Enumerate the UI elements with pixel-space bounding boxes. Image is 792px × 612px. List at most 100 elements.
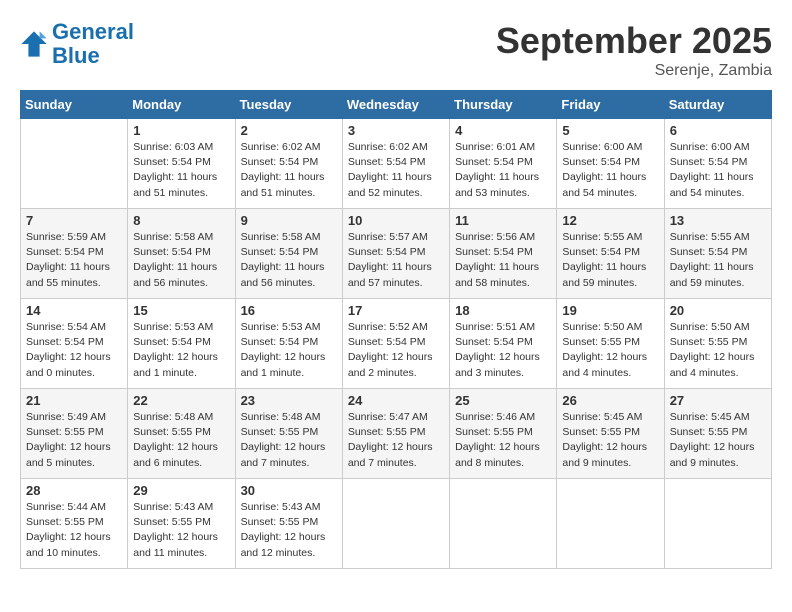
day-number: 13 xyxy=(670,213,766,228)
day-cell: 17 Sunrise: 5:52 AMSunset: 5:54 PMDayligh… xyxy=(342,299,449,389)
logo-general: General xyxy=(52,19,134,44)
logo: General Blue xyxy=(20,20,134,68)
location: Serenje, Zambia xyxy=(496,62,772,80)
header-saturday: Saturday xyxy=(664,91,771,119)
day-info: Sunrise: 6:03 AMSunset: 5:54 PMDaylight:… xyxy=(133,140,229,201)
day-info: Sunrise: 6:00 AMSunset: 5:54 PMDaylight:… xyxy=(670,140,766,201)
day-info: Sunrise: 5:45 AMSunset: 5:55 PMDaylight:… xyxy=(562,410,658,471)
day-cell: 14 Sunrise: 5:54 AMSunset: 5:54 PMDayligh… xyxy=(21,299,128,389)
day-cell: 5Sunrise: 6:00 AMSunset: 5:54 PMDaylight… xyxy=(557,119,664,209)
day-info: Sunrise: 5:51 AMSunset: 5:54 PMDaylight:… xyxy=(455,320,551,381)
header-wednesday: Wednesday xyxy=(342,91,449,119)
day-info: Sunrise: 5:48 AMSunset: 5:55 PMDaylight:… xyxy=(241,410,337,471)
week-row-5: 28 Sunrise: 5:44 AMSunset: 5:55 PMDayligh… xyxy=(21,479,772,569)
day-cell: 26 Sunrise: 5:45 AMSunset: 5:55 PMDayligh… xyxy=(557,389,664,479)
day-info: Sunrise: 5:56 AMSunset: 5:54 PMDaylight:… xyxy=(455,230,551,291)
day-info: Sunrise: 6:02 AMSunset: 5:54 PMDaylight:… xyxy=(241,140,337,201)
day-number: 7 xyxy=(26,213,122,228)
day-cell: 7 Sunrise: 5:59 AMSunset: 5:54 PMDaylight… xyxy=(21,209,128,299)
day-number: 8 xyxy=(133,213,229,228)
day-cell: 23Sunrise: 5:48 AMSunset: 5:55 PMDayligh… xyxy=(235,389,342,479)
day-number: 25 xyxy=(455,393,551,408)
day-cell xyxy=(664,479,771,569)
day-number: 29 xyxy=(133,483,229,498)
day-number: 20 xyxy=(670,303,766,318)
day-number: 19 xyxy=(562,303,658,318)
day-info: Sunrise: 5:57 AMSunset: 5:54 PMDaylight:… xyxy=(348,230,444,291)
day-cell: 24 Sunrise: 5:47 AMSunset: 5:55 PMDayligh… xyxy=(342,389,449,479)
page-header: General Blue September 2025 Serenje, Zam… xyxy=(20,20,772,80)
header-sunday: Sunday xyxy=(21,91,128,119)
day-number: 26 xyxy=(562,393,658,408)
day-cell: 27Sunrise: 5:45 AMSunset: 5:55 PMDayligh… xyxy=(664,389,771,479)
day-number: 30 xyxy=(241,483,337,498)
header-tuesday: Tuesday xyxy=(235,91,342,119)
week-row-3: 14 Sunrise: 5:54 AMSunset: 5:54 PMDayligh… xyxy=(21,299,772,389)
header-friday: Friday xyxy=(557,91,664,119)
day-info: Sunrise: 5:44 AMSunset: 5:55 PMDaylight:… xyxy=(26,500,122,561)
day-number: 12 xyxy=(562,213,658,228)
day-info: Sunrise: 5:50 AMSunset: 5:55 PMDaylight:… xyxy=(670,320,766,381)
day-info: Sunrise: 5:54 AMSunset: 5:54 PMDaylight:… xyxy=(26,320,122,381)
day-cell: 3Sunrise: 6:02 AMSunset: 5:54 PMDaylight… xyxy=(342,119,449,209)
day-number: 28 xyxy=(26,483,122,498)
day-number: 3 xyxy=(348,123,444,138)
day-info: Sunrise: 5:50 AMSunset: 5:55 PMDaylight:… xyxy=(562,320,658,381)
day-info: Sunrise: 5:58 AMSunset: 5:54 PMDaylight:… xyxy=(241,230,337,291)
day-cell: 22 Sunrise: 5:48 AMSunset: 5:55 PMDayligh… xyxy=(128,389,235,479)
day-cell: 10Sunrise: 5:57 AMSunset: 5:54 PMDayligh… xyxy=(342,209,449,299)
day-cell: 8 Sunrise: 5:58 AMSunset: 5:54 PMDaylight… xyxy=(128,209,235,299)
day-number: 1 xyxy=(133,123,229,138)
day-cell xyxy=(342,479,449,569)
day-cell: 11Sunrise: 5:56 AMSunset: 5:54 PMDayligh… xyxy=(450,209,557,299)
day-cell: 29Sunrise: 5:43 AMSunset: 5:55 PMDayligh… xyxy=(128,479,235,569)
day-number: 24 xyxy=(348,393,444,408)
day-number: 9 xyxy=(241,213,337,228)
day-number: 14 xyxy=(26,303,122,318)
day-info: Sunrise: 5:55 AMSunset: 5:54 PMDaylight:… xyxy=(670,230,766,291)
week-row-4: 21Sunrise: 5:49 AMSunset: 5:55 PMDayligh… xyxy=(21,389,772,479)
day-cell: 25 Sunrise: 5:46 AMSunset: 5:55 PMDayligh… xyxy=(450,389,557,479)
header-row: SundayMondayTuesdayWednesdayThursdayFrid… xyxy=(21,91,772,119)
day-info: Sunrise: 5:58 AMSunset: 5:54 PMDaylight:… xyxy=(133,230,229,291)
day-number: 2 xyxy=(241,123,337,138)
day-cell: 15 Sunrise: 5:53 AMSunset: 5:54 PMDayligh… xyxy=(128,299,235,389)
day-number: 4 xyxy=(455,123,551,138)
day-cell: 2 Sunrise: 6:02 AMSunset: 5:54 PMDaylight… xyxy=(235,119,342,209)
day-cell: 6 Sunrise: 6:00 AMSunset: 5:54 PMDaylight… xyxy=(664,119,771,209)
day-cell: 13 Sunrise: 5:55 AMSunset: 5:54 PMDayligh… xyxy=(664,209,771,299)
day-cell: 18Sunrise: 5:51 AMSunset: 5:54 PMDayligh… xyxy=(450,299,557,389)
week-row-2: 7 Sunrise: 5:59 AMSunset: 5:54 PMDaylight… xyxy=(21,209,772,299)
day-info: Sunrise: 5:59 AMSunset: 5:54 PMDaylight:… xyxy=(26,230,122,291)
day-info: Sunrise: 5:55 AMSunset: 5:54 PMDaylight:… xyxy=(562,230,658,291)
day-cell: 16 Sunrise: 5:53 AMSunset: 5:54 PMDayligh… xyxy=(235,299,342,389)
day-cell: 30Sunrise: 5:43 AMSunset: 5:55 PMDayligh… xyxy=(235,479,342,569)
day-cell: 19 Sunrise: 5:50 AMSunset: 5:55 PMDayligh… xyxy=(557,299,664,389)
day-info: Sunrise: 5:52 AMSunset: 5:54 PMDaylight:… xyxy=(348,320,444,381)
day-cell: 20 Sunrise: 5:50 AMSunset: 5:55 PMDayligh… xyxy=(664,299,771,389)
day-number: 21 xyxy=(26,393,122,408)
day-info: Sunrise: 5:46 AMSunset: 5:55 PMDaylight:… xyxy=(455,410,551,471)
day-cell xyxy=(557,479,664,569)
day-cell: 4Sunrise: 6:01 AMSunset: 5:54 PMDaylight… xyxy=(450,119,557,209)
day-info: Sunrise: 5:48 AMSunset: 5:55 PMDaylight:… xyxy=(133,410,229,471)
month-title: September 2025 xyxy=(496,20,772,62)
title-block: September 2025 Serenje, Zambia xyxy=(496,20,772,80)
day-number: 17 xyxy=(348,303,444,318)
day-cell xyxy=(21,119,128,209)
day-number: 6 xyxy=(670,123,766,138)
day-number: 22 xyxy=(133,393,229,408)
day-info: Sunrise: 5:47 AMSunset: 5:55 PMDaylight:… xyxy=(348,410,444,471)
day-number: 16 xyxy=(241,303,337,318)
header-thursday: Thursday xyxy=(450,91,557,119)
calendar-table: SundayMondayTuesdayWednesdayThursdayFrid… xyxy=(20,90,772,569)
day-number: 15 xyxy=(133,303,229,318)
day-cell xyxy=(450,479,557,569)
logo-blue: Blue xyxy=(52,43,100,68)
day-info: Sunrise: 5:53 AMSunset: 5:54 PMDaylight:… xyxy=(241,320,337,381)
header-monday: Monday xyxy=(128,91,235,119)
day-cell: 28 Sunrise: 5:44 AMSunset: 5:55 PMDayligh… xyxy=(21,479,128,569)
day-cell: 21Sunrise: 5:49 AMSunset: 5:55 PMDayligh… xyxy=(21,389,128,479)
day-info: Sunrise: 5:53 AMSunset: 5:54 PMDaylight:… xyxy=(133,320,229,381)
day-info: Sunrise: 6:00 AMSunset: 5:54 PMDaylight:… xyxy=(562,140,658,201)
